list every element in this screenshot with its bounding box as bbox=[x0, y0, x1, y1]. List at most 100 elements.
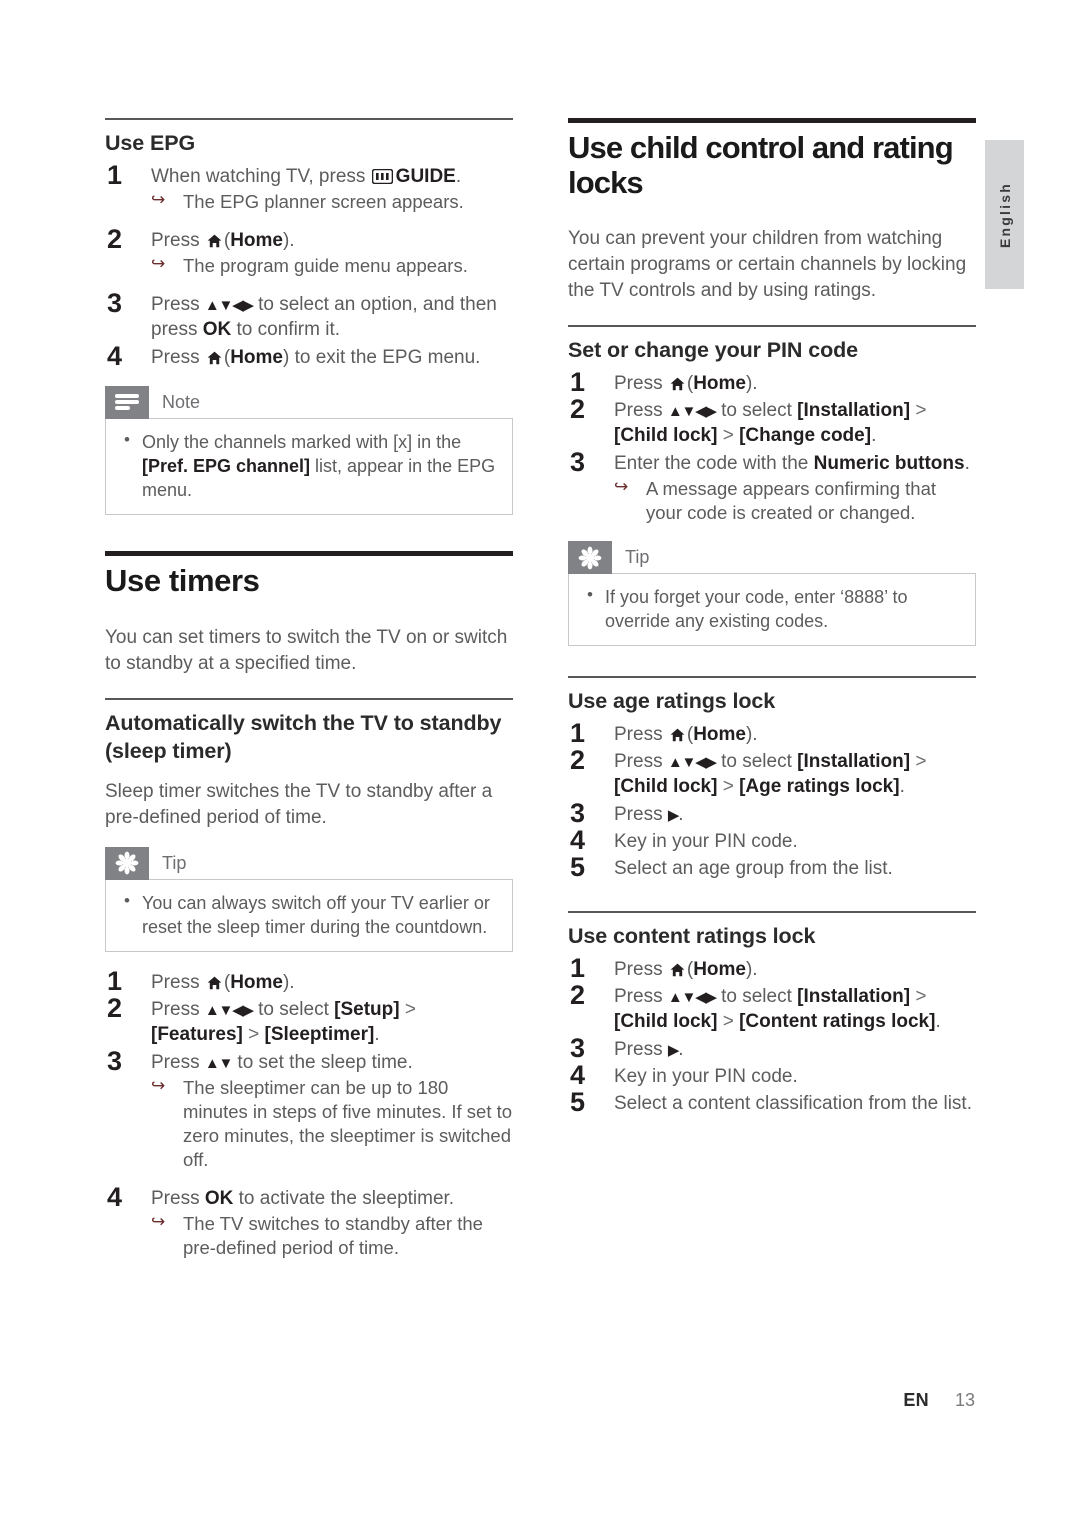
section-rule bbox=[105, 551, 513, 557]
step-text-before: Select an age group from the list. bbox=[614, 858, 893, 880]
step-result: ↪ A message appears confirming that your … bbox=[614, 477, 976, 525]
step-text-before: Press bbox=[614, 1038, 668, 1060]
step-bold-3: [Change code] bbox=[739, 425, 872, 447]
result-text: The program guide menu appears. bbox=[183, 255, 468, 277]
step-bold: Home bbox=[230, 229, 283, 251]
step-item: Press ▲▼◀▶ to select [Setup] > [Features… bbox=[105, 992, 513, 1048]
step-bold-3: [Age ratings lock] bbox=[739, 776, 900, 798]
result-arrow-icon: ↪ bbox=[614, 476, 629, 496]
section-rule bbox=[568, 676, 976, 679]
tip-icon bbox=[568, 541, 612, 575]
step-text-after: . bbox=[964, 452, 970, 474]
step-item: Select a content classification from the… bbox=[568, 1086, 976, 1120]
step-item: Press ▶. bbox=[568, 797, 976, 831]
note-icon bbox=[105, 385, 149, 419]
footer-language-code: EN bbox=[903, 1390, 929, 1410]
tip-item: You can always switch off your TV earlie… bbox=[120, 890, 498, 939]
home-icon bbox=[670, 728, 685, 742]
step-text-before: Press bbox=[614, 400, 668, 422]
step-bold-3: [Content ratings lock] bbox=[739, 1011, 936, 1033]
section-use-epg: Use EPG When watching TV, press GUIDE. ↪… bbox=[105, 118, 513, 516]
note-callout-body: Only the channels marked with [x] in the… bbox=[105, 417, 513, 516]
heading-use-timers: Use timers bbox=[105, 563, 260, 599]
tip-callout-body: If you forget your code, enter ‘8888’ to… bbox=[568, 573, 976, 647]
step-text-mid: to select bbox=[715, 986, 798, 1008]
page-footer: EN 13 bbox=[0, 1390, 975, 1411]
step-item: Press (Home). bbox=[568, 717, 976, 751]
step-text-before: Press bbox=[614, 958, 668, 980]
paren-close: ). bbox=[745, 723, 758, 745]
step-text-after: . bbox=[678, 803, 684, 825]
step-bold-2: [Features] bbox=[151, 1024, 243, 1046]
tip-callout: Tip If you forget your code, enter ‘8888… bbox=[568, 541, 976, 647]
note-item-bold: [Pref. EPG channel] bbox=[142, 456, 311, 477]
step-gt: > bbox=[910, 986, 927, 1008]
step-text-before: Press bbox=[614, 751, 668, 773]
heading-use-epg: Use EPG bbox=[105, 131, 196, 155]
note-item: Only the channels marked with [x] in the… bbox=[120, 429, 498, 502]
nav-arrows-icon: ▲▼ bbox=[204, 1054, 234, 1072]
child-control-intro: You can prevent your children from watch… bbox=[568, 228, 967, 301]
result-text: The EPG planner screen appears. bbox=[183, 190, 464, 212]
step-text-before: Press bbox=[151, 1188, 205, 1210]
section-rule bbox=[568, 325, 976, 328]
step-item: Select an age group from the list. bbox=[568, 851, 976, 885]
tip-callout: Tip You can always switch off your TV ea… bbox=[105, 846, 513, 952]
step-text-mid: to select bbox=[715, 751, 798, 773]
sleep-timer-intro: Sleep timer switches the TV to standby a… bbox=[105, 781, 493, 828]
section-rule bbox=[105, 118, 513, 120]
nav-arrows-icon: ▲▼◀▶ bbox=[667, 989, 717, 1007]
step-bold: [Installation] bbox=[797, 986, 911, 1008]
tip-callout-title: Tip bbox=[625, 547, 650, 568]
step-gt: > bbox=[399, 999, 416, 1021]
step-gt: > bbox=[910, 751, 927, 773]
nav-arrows-icon: ▲▼◀▶ bbox=[667, 754, 717, 772]
paren-close: ). bbox=[745, 372, 758, 394]
note-callout-title: Note bbox=[162, 391, 201, 412]
steps-age-ratings-lock: Press (Home). Press ▲▼◀▶ to select [Inst… bbox=[568, 717, 976, 885]
step-text-before: Press bbox=[614, 986, 668, 1008]
step-text-before: Press bbox=[614, 723, 668, 745]
step-text-after: . bbox=[871, 425, 877, 447]
step-text-mid: to select bbox=[715, 400, 798, 422]
step-bold: [Installation] bbox=[797, 751, 911, 773]
step-bold-2: [Child lock] bbox=[614, 425, 718, 447]
tip-icon bbox=[105, 846, 149, 880]
step-bold: Home bbox=[693, 723, 746, 745]
step-bold: Home bbox=[693, 958, 746, 980]
nav-arrow-right-icon: ▶ bbox=[667, 1041, 680, 1059]
paren-close: ) to exit the EPG menu. bbox=[282, 346, 481, 368]
step-text-before: Press bbox=[614, 803, 668, 825]
heading-age-ratings-lock: Use age ratings lock bbox=[568, 689, 776, 714]
step-text-before: Select a content classification from the… bbox=[614, 1093, 972, 1115]
manual-page: Use EPG When watching TV, press GUIDE. ↪… bbox=[0, 0, 1080, 1527]
timers-intro: You can set timers to switch the TV on o… bbox=[105, 626, 508, 674]
result-text: The TV switches to standby after the pre… bbox=[183, 1213, 483, 1259]
step-bold: Home bbox=[230, 346, 283, 368]
step-gt-2: > bbox=[717, 1011, 740, 1033]
step-item: Press (Home). ↪ The program guide menu ap… bbox=[105, 223, 513, 278]
step-text-before: Press bbox=[151, 971, 205, 993]
step-bold: OK bbox=[202, 319, 232, 341]
note-callout: Note Only the channels marked with [x] i… bbox=[105, 385, 513, 516]
steps-use-epg: When watching TV, press GUIDE. ↪ The EPG … bbox=[105, 158, 513, 374]
step-bold: [Setup] bbox=[334, 999, 400, 1021]
step-item: Press (Home) to exit the EPG menu. bbox=[105, 340, 513, 374]
heading-pin-code: Set or change your PIN code bbox=[568, 338, 859, 363]
step-result: ↪ The EPG planner screen appears. bbox=[151, 190, 513, 214]
step-item: Key in your PIN code. bbox=[568, 824, 976, 858]
section-rule bbox=[105, 698, 513, 701]
section-rule bbox=[568, 911, 976, 914]
nav-arrows-icon: ▲▼◀▶ bbox=[667, 403, 717, 421]
tip-item: If you forget your code, enter ‘8888’ to… bbox=[583, 584, 961, 633]
steps-sleep-timer: Press (Home). Press ▲▼◀▶ to select [Setu… bbox=[105, 965, 513, 1261]
heading-sleep-timer: Automatically switch the TV to standby (… bbox=[105, 711, 502, 763]
language-side-tab: English bbox=[985, 140, 1024, 289]
step-item: Press ▲▼ to set the sleep time. ↪ The sle… bbox=[105, 1045, 513, 1172]
step-text-after: . bbox=[678, 1038, 684, 1060]
step-bold-2: [Child lock] bbox=[614, 776, 718, 798]
step-text-before: Key in your PIN code. bbox=[614, 1065, 798, 1087]
step-text-after: to activate the sleeptimer. bbox=[233, 1188, 455, 1210]
language-side-tab-label: English bbox=[996, 181, 1013, 248]
step-gt-2: > bbox=[717, 425, 740, 447]
